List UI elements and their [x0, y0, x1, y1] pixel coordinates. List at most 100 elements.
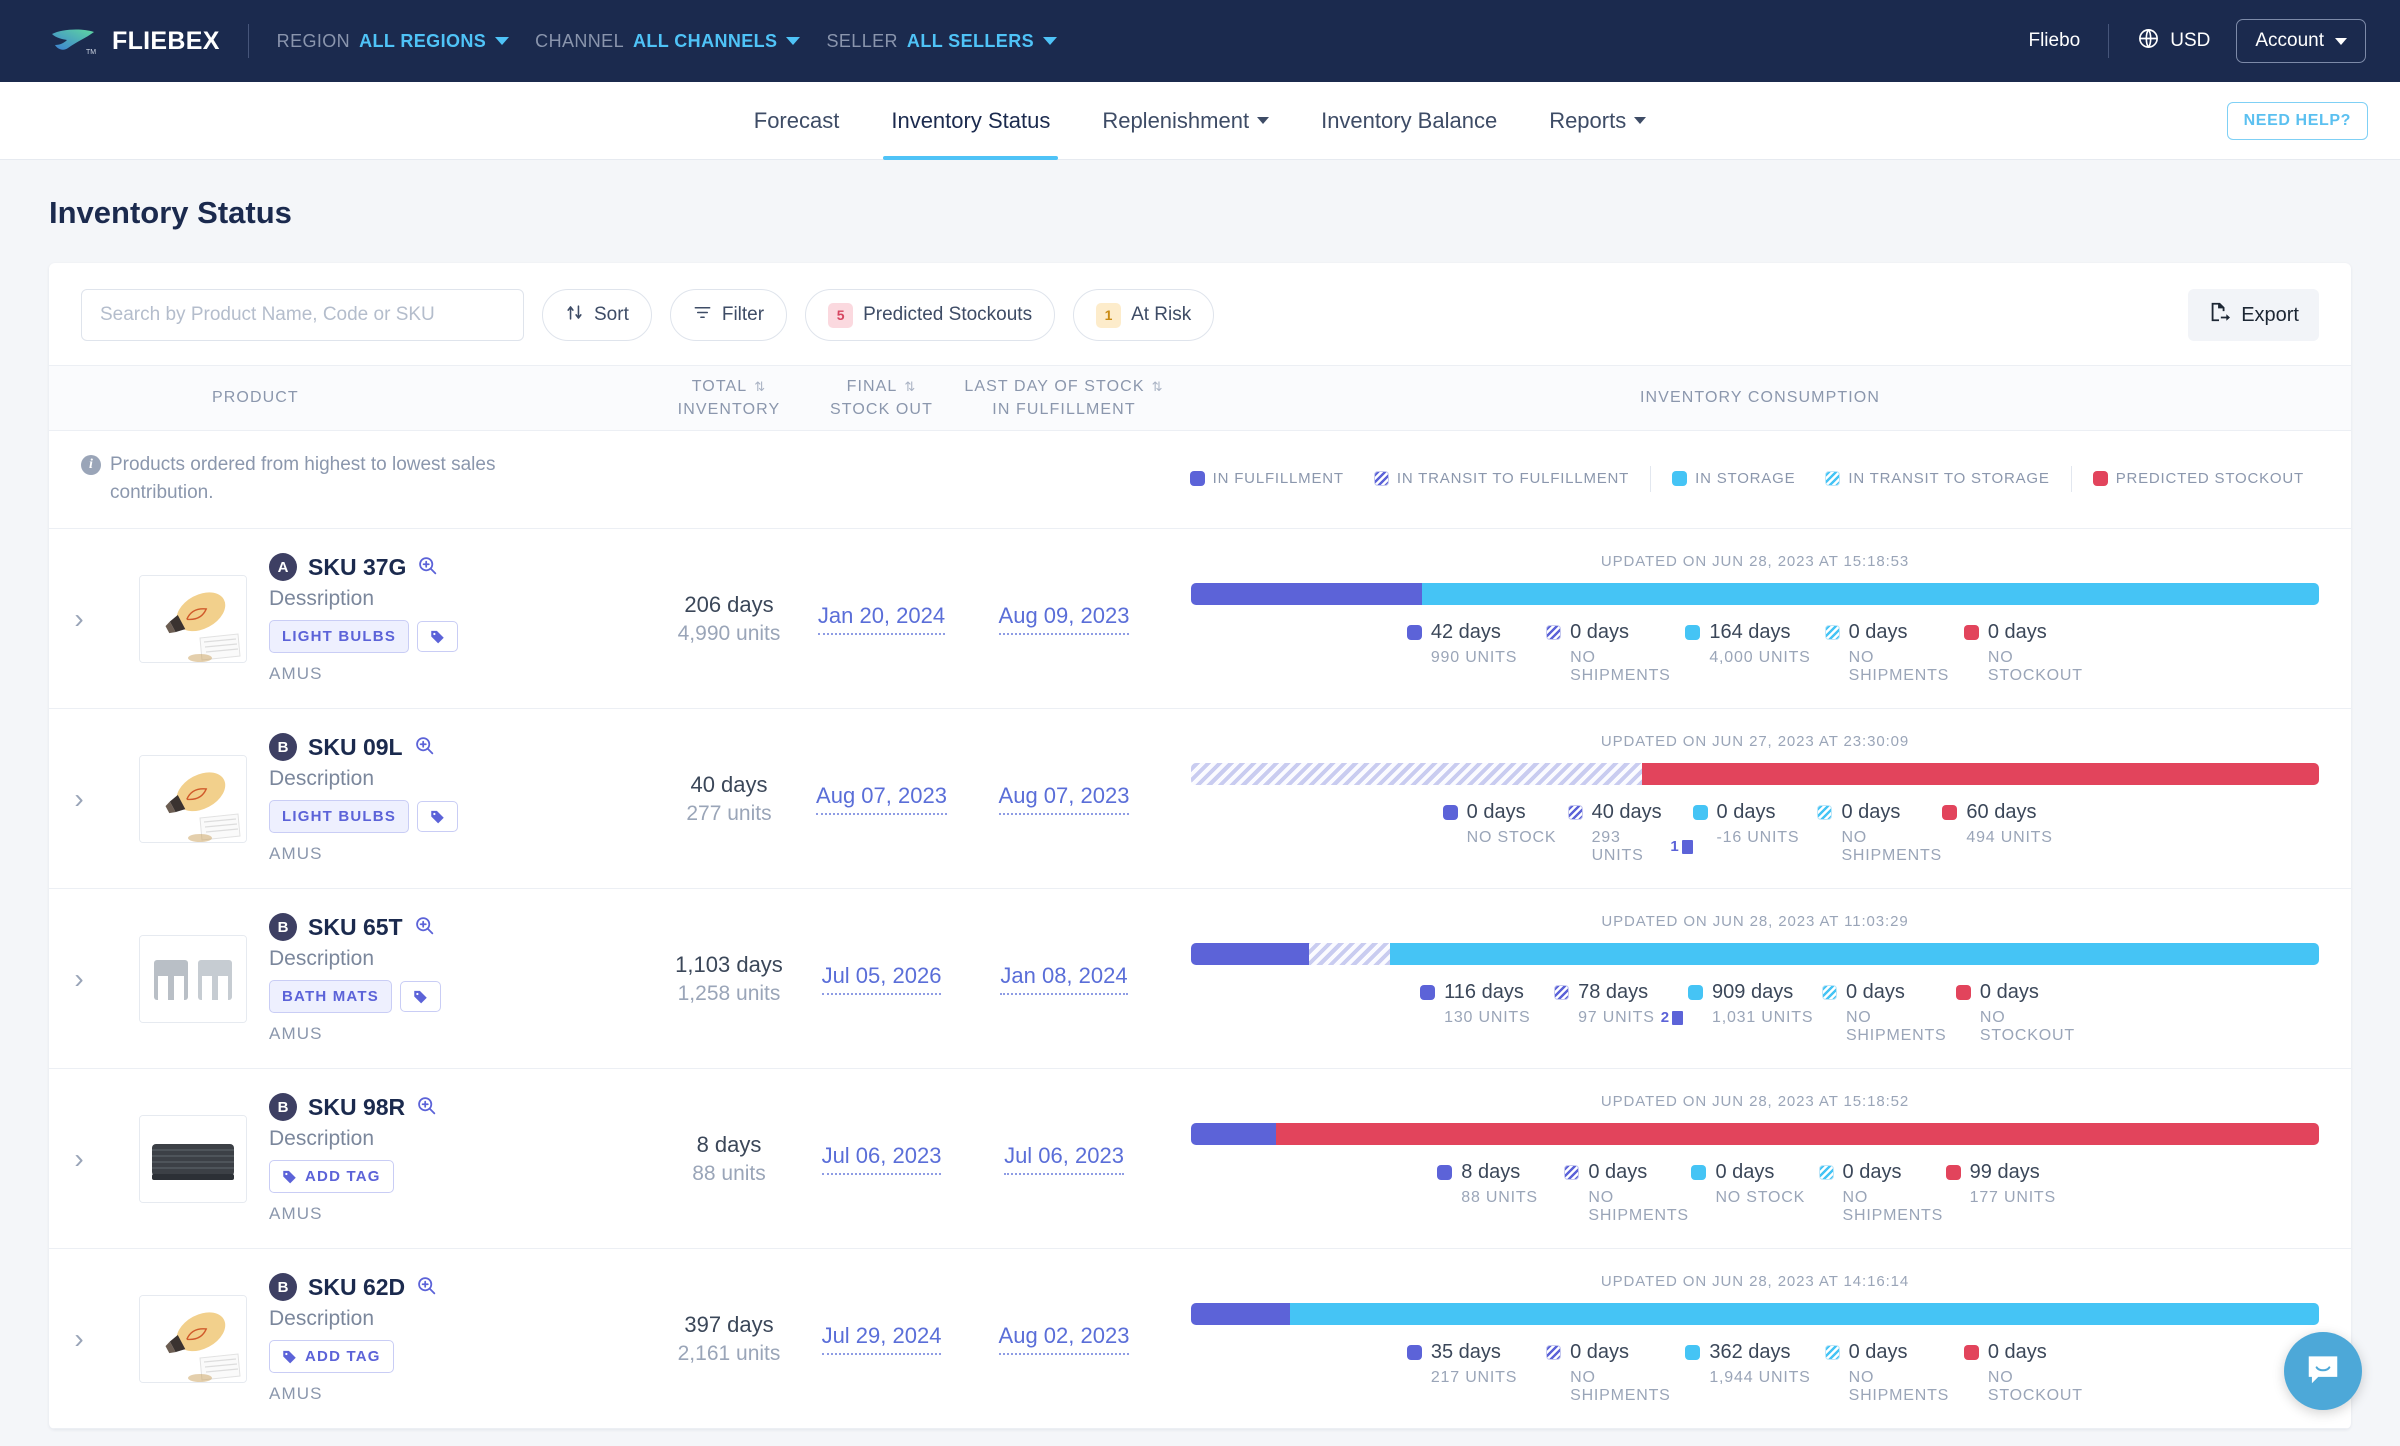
search-input[interactable] — [81, 289, 524, 341]
product-tag[interactable]: BATH MATS — [269, 980, 392, 1014]
add-tag-button[interactable] — [399, 981, 441, 1013]
add-tag-button[interactable] — [417, 801, 459, 833]
chevron-right-icon[interactable]: › — [49, 603, 109, 635]
chevron-down-icon — [1634, 117, 1647, 124]
stat-units: 1,031 UNITS — [1712, 1008, 1814, 1026]
stat-units: NO SHIPMENTS — [1588, 1188, 1689, 1224]
final-stock-out-date[interactable]: Aug 07, 2023 — [816, 783, 947, 815]
magnifier-icon[interactable] — [416, 1095, 437, 1120]
row-expand-cell[interactable]: › — [49, 889, 109, 1068]
brand-logo[interactable]: TM FLIEBEX — [50, 26, 220, 56]
tab-replenishment[interactable]: Replenishment — [1076, 82, 1295, 160]
stat-tr-f: 40 days 293 UNITS 1 — [1567, 801, 1693, 865]
updated-timestamp: UPDATED ON JUN 28, 2023 AT 14:16:14 — [1600, 1272, 1910, 1290]
total-inventory-days: 1,103 days — [675, 951, 783, 977]
bar-segment-fulfil — [1191, 1302, 1291, 1325]
legend-label: IN STORAGE — [1695, 470, 1796, 488]
final-stock-out-date[interactable]: Jul 29, 2024 — [821, 1323, 942, 1355]
magnifier-icon[interactable] — [416, 1275, 437, 1300]
tab-forecast[interactable]: Forecast — [728, 82, 866, 160]
shipment-doc-icon[interactable]: 1 — [1670, 838, 1693, 855]
row-expand-cell[interactable]: › — [49, 529, 109, 708]
header-final-stock-out[interactable]: FINAL ⇅ STOCK OUT — [804, 375, 959, 421]
predicted-stockouts-filter[interactable]: 5 Predicted Stockouts — [805, 289, 1056, 341]
filter-seller[interactable]: SELLER ALL SELLERS — [826, 31, 1057, 52]
add-tag-button[interactable] — [417, 621, 459, 653]
product-rows: › A SKU 37G Dessription LIGHT BULBS AMUS 206 d… — [49, 529, 2351, 1430]
stat-stockout: 0 days NO STOCKOUT — [1963, 1341, 2103, 1405]
stat-days: 116 days — [1444, 980, 1524, 1003]
last-day-of-stock-date[interactable]: Jan 08, 2024 — [1000, 963, 1128, 995]
at-risk-filter[interactable]: 1 At Risk — [1073, 289, 1215, 341]
tab-reports[interactable]: Reports — [1523, 82, 1672, 160]
rank-badge: B — [269, 1093, 297, 1122]
final-stock-out-date[interactable]: Jan 20, 2024 — [817, 603, 946, 635]
last-day-of-stock-date[interactable]: Jul 06, 2023 — [1004, 1143, 1124, 1175]
product-description: Description — [269, 767, 375, 791]
filter-region-value: ALL REGIONS — [359, 30, 487, 51]
total-inventory-units: 88 units — [692, 1161, 766, 1185]
add-tag-button[interactable]: ADD TAG — [269, 1160, 394, 1194]
filter-region[interactable]: REGION ALL REGIONS — [277, 31, 510, 52]
product-cell: B SKU 98R Description ADD TAG AMUS — [109, 1069, 654, 1248]
last-day-of-stock-date[interactable]: Aug 09, 2023 — [998, 603, 1130, 635]
chevron-right-icon[interactable]: › — [49, 1143, 109, 1175]
filter-button[interactable]: Filter — [669, 289, 788, 341]
stat-tr-s: 0 days NO SHIPMENTS — [1824, 621, 1964, 685]
last-day-of-stock-date[interactable]: Aug 07, 2023 — [998, 783, 1130, 815]
tab-inventory-status[interactable]: Inventory Status — [865, 82, 1076, 160]
last-day-of-stock-date[interactable]: Aug 02, 2023 — [998, 1323, 1130, 1355]
export-button[interactable]: Export — [2188, 289, 2319, 341]
last-day-of-stock-cell: Aug 09, 2023 — [959, 529, 1169, 708]
product-sku: SKU 37G — [308, 553, 407, 580]
row-expand-cell[interactable]: › — [49, 709, 109, 888]
tab-label: Inventory Status — [891, 107, 1051, 133]
ordering-note: i Products ordered from highest to lowes… — [81, 451, 511, 506]
chevron-right-icon[interactable]: › — [49, 963, 109, 995]
magnifier-icon[interactable] — [414, 735, 435, 760]
stat-storage: 0 days -16 UNITS — [1692, 801, 1818, 865]
bar-segment-storage — [1422, 582, 2319, 605]
account-button[interactable]: Account — [2236, 19, 2366, 63]
page-title: Inventory Status — [49, 195, 292, 230]
legend-label: IN FULFILLMENT — [1212, 470, 1344, 488]
header-last-day-of-stock[interactable]: LAST DAY OF STOCK ⇅ IN FULFILLMENT — [959, 375, 1169, 421]
add-tag-button[interactable]: ADD TAG — [269, 1340, 394, 1374]
legend-label: IN TRANSIT TO STORAGE — [1848, 470, 2050, 488]
stat-swatch-icon — [1442, 804, 1458, 820]
top-bar: TM FLIEBEX REGION ALL REGIONS CHANNEL AL… — [0, 0, 2400, 82]
product-thumbnail — [139, 1114, 247, 1203]
info-legend-row: i Products ordered from highest to lowes… — [49, 431, 2351, 530]
brand-name: FLIEBEX — [112, 26, 220, 55]
final-stock-out-date[interactable]: Jul 06, 2023 — [821, 1143, 942, 1175]
rank-badge: B — [269, 1273, 297, 1302]
product-sku: SKU 98R — [308, 1093, 406, 1120]
product-seller: AMUS — [269, 664, 323, 684]
chevron-right-icon[interactable]: › — [49, 1323, 109, 1355]
chevron-right-icon[interactable]: › — [49, 783, 109, 815]
magnifier-icon[interactable] — [417, 555, 438, 580]
header-total-inventory[interactable]: TOTAL ⇅ INVENTORY — [654, 375, 804, 421]
product-tag[interactable]: LIGHT BULBS — [269, 620, 410, 654]
stat-days: 0 days — [1841, 800, 1901, 823]
need-help-button[interactable]: NEED HELP? — [2226, 101, 2368, 140]
tab-inventory-balance[interactable]: Inventory Balance — [1295, 82, 1523, 160]
bar-segment-tr-f — [1191, 762, 1643, 785]
row-expand-cell[interactable]: › — [49, 1069, 109, 1248]
row-expand-cell[interactable]: › — [49, 1249, 109, 1428]
filter-channel[interactable]: CHANNEL ALL CHANNELS — [535, 31, 801, 52]
stat-swatch-icon — [1945, 1164, 1961, 1180]
magnifier-icon[interactable] — [414, 915, 435, 940]
chat-widget-button[interactable] — [2284, 1332, 2362, 1410]
sort-button[interactable]: Sort — [542, 289, 652, 341]
currency-selector[interactable]: USD — [2137, 27, 2210, 55]
stat-days: 0 days — [1848, 1340, 1908, 1363]
final-stock-out-date[interactable]: Jul 05, 2026 — [821, 963, 942, 995]
shipment-doc-icon[interactable]: 2 — [1661, 1009, 1683, 1026]
updated-timestamp: UPDATED ON JUN 28, 2023 AT 15:18:53 — [1600, 552, 1910, 570]
stat-units: -16 UNITS — [1716, 828, 1800, 846]
legend-item-in-transit-fulfillment: IN TRANSIT TO FULFILLMENT — [1359, 470, 1644, 487]
stat-units: 217 UNITS — [1430, 1368, 1518, 1386]
product-tag[interactable]: LIGHT BULBS — [269, 800, 410, 834]
header-product: PRODUCT — [212, 389, 299, 407]
